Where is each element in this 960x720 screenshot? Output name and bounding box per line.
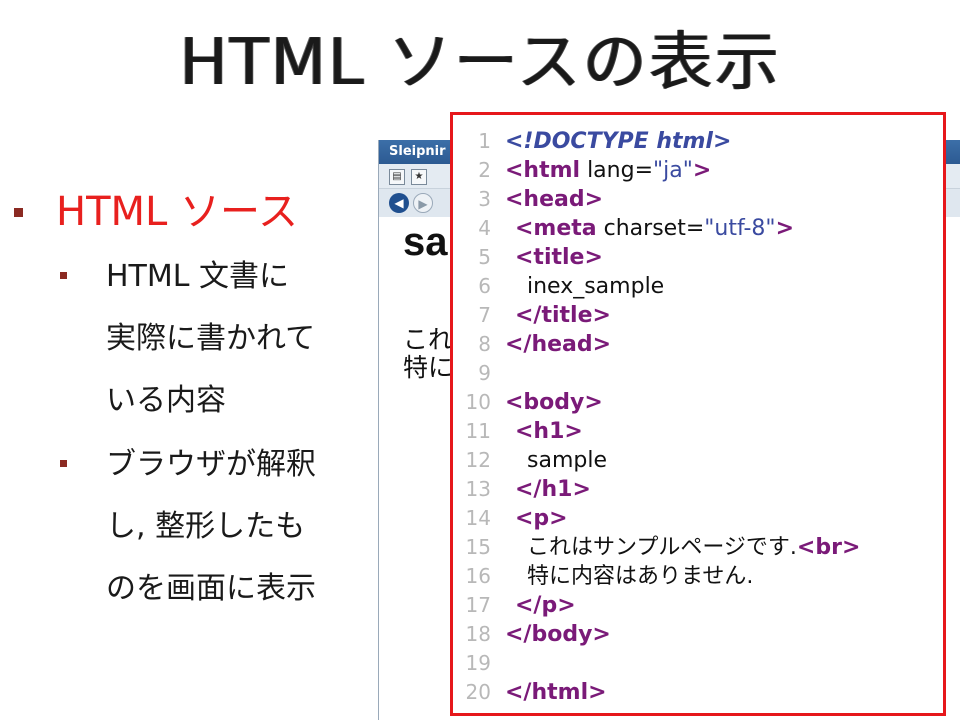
line-number: 16 [465,564,491,588]
code-line: 14 <p> [453,504,943,533]
tag-token: </h1> [515,477,591,502]
line-number: 12 [465,448,491,472]
line-number: 14 [465,506,491,530]
sub-bullet-line: HTML 文書に [106,259,290,294]
tag-token: <title> [515,245,603,270]
tag-token: <p> [515,506,568,531]
tag-token: </body> [505,622,611,647]
bullet-square-icon [14,208,23,217]
code-line: 6 inex_sample [453,272,943,301]
text-token: inex_sample [527,274,665,299]
code-line: 8 </head> [453,330,943,359]
code-line: 4 <meta charset="utf-8"> [453,214,943,243]
tag-token: </p> [515,593,576,618]
attr-token: lang= [580,158,654,183]
panel-icon[interactable]: ▤ [389,169,405,185]
tag-token: > [775,216,794,241]
sub-bullet-line: のを画面に表示 [106,571,316,606]
line-number: 9 [478,361,491,385]
star-icon[interactable]: ★ [411,169,427,185]
code-line: 12 sample [453,446,943,475]
tag-token: <meta [515,216,597,241]
line-number: 11 [465,419,491,443]
page-line: これ [403,325,454,354]
tag-token: </head> [505,332,612,357]
forward-arrow-icon[interactable]: ▶ [413,193,433,213]
browser-title: Sleipnir [389,144,446,159]
code-line: 10 <body> [453,388,943,417]
tag-token: <br> [796,535,861,560]
attr-token: charset= [596,216,705,241]
code-line: 17 </p> [453,591,943,620]
slide-title: HTML ソースの表示 [179,26,781,100]
code-line: 9 [453,359,943,388]
code-line: 7 </title> [453,301,943,330]
code-line: 11 <h1> [453,417,943,446]
tag-token: <head> [505,187,604,212]
code-line: 5 <title> [453,243,943,272]
line-number: 19 [465,651,491,675]
line-number: 4 [478,216,491,240]
value-token: "utf-8" [704,216,776,241]
page-paragraph: これ 特に [403,326,453,382]
line-number: 2 [478,158,491,182]
code-line: 1 <!DOCTYPE html> [453,127,943,156]
code-line: 3 <head> [453,185,943,214]
bullet-html-source: HTML ソース [10,180,370,244]
tag-token: > [692,158,712,183]
line-number: 6 [478,274,491,298]
value-token: "ja" [653,158,693,183]
code-line: 13 </h1> [453,475,943,504]
line-number: 10 [465,390,491,414]
text-token: これはサンプルページです. [527,535,797,560]
code-line: 20 </html> [453,678,943,707]
code-line: 15 これはサンプルページです.<br> [453,533,943,562]
code-line: 18 </body> [453,620,943,649]
page-heading: sa [403,220,448,264]
line-number: 13 [465,477,491,501]
code-line: 19 [453,649,943,678]
tag-token: <html [505,158,581,183]
line-number: 8 [478,332,491,356]
tag-token: <body> [505,390,603,415]
html-source-panel: 1 <!DOCTYPE html> 2 <html lang="ja"> 3 <hea… [450,112,946,716]
sub-bullet-line: し, 整形したも [106,509,306,544]
sub-bullet-document: HTML 文書に 実際に書かれて いる内容 [10,246,366,432]
code-line: 2 <html lang="ja"> [453,156,943,185]
bullet-label: HTML ソース [56,189,299,235]
sub-bullet-line: 実際に書かれて [106,321,316,356]
doctype: <!DOCTYPE html> [505,129,732,154]
line-number: 20 [465,680,491,704]
bullet-square-icon [60,272,67,279]
line-number: 17 [465,593,491,617]
code-line: 16 特に内容はありません. [453,562,943,591]
line-number: 15 [465,535,491,559]
page-line: 特に [403,353,454,382]
sub-bullet-browser: ブラウザが解釈 し, 整形したも のを画面に表示 [10,434,366,620]
back-arrow-icon[interactable]: ◀ [389,193,409,213]
text-token: sample [527,448,607,473]
line-number: 5 [478,245,491,269]
sub-bullet-line: いる内容 [106,383,226,418]
code-lines: 1 <!DOCTYPE html> 2 <html lang="ja"> 3 <hea… [453,127,943,707]
line-number: 3 [478,187,491,211]
line-number: 18 [465,622,491,646]
tag-token: <h1> [515,419,583,444]
bullet-square-icon [60,460,67,467]
tag-token: </title> [515,303,611,328]
sub-bullet-line: ブラウザが解釈 [106,447,316,482]
line-number: 1 [478,129,491,153]
bullet-list: HTML ソース HTML 文書に 実際に書かれて いる内容 ブラウザが解釈 し… [10,180,370,620]
tag-token: </html> [505,680,607,705]
text-token: 特に内容はありません. [527,564,754,589]
line-number: 7 [478,303,491,327]
